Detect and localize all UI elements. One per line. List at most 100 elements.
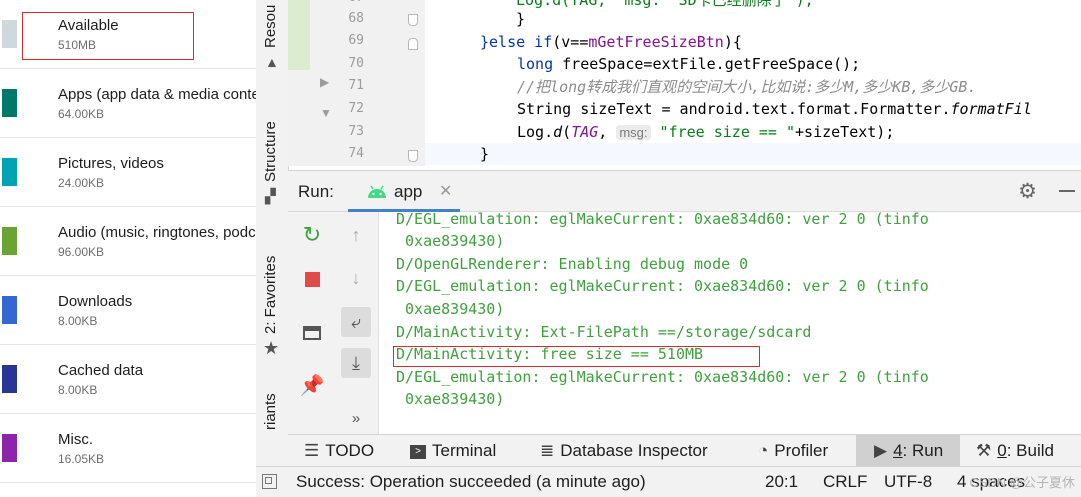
run-tab-label: app xyxy=(394,182,423,201)
tab-build-variants[interactable]: riants xyxy=(256,380,288,466)
code-text: ( xyxy=(562,123,572,141)
storage-usage-list: Available 510MB Apps (app data & media c… xyxy=(0,0,256,496)
tab-resource-label: Resou xyxy=(262,4,279,48)
storage-item-size: 8.00KB xyxy=(58,383,98,397)
downloads-color-swatch xyxy=(2,296,17,324)
code-method: d xyxy=(553,123,563,141)
code-text: , xyxy=(598,123,617,141)
line-number: 71 xyxy=(348,78,364,93)
console-output[interactable]: D/EGL_emulation: eglMakeCurrent: 0xae834… xyxy=(393,210,1081,428)
storage-item-size: 64.00KB xyxy=(58,107,105,121)
layout-icon[interactable] xyxy=(297,317,327,347)
tool-window-toggle-icon[interactable] xyxy=(262,474,277,489)
code-line-71: //把long转成我们直观的空间大小,比如说:多少M,多少KB,多少GB. xyxy=(517,76,977,98)
console-line: D/OpenGLRenderer: Enabling debug mode 0 xyxy=(396,255,749,273)
tab-run[interactable]: ▶ 4: Run xyxy=(874,435,943,467)
code-text: Log. xyxy=(517,123,554,141)
tab-todo[interactable]: ☰ TODO xyxy=(304,435,374,467)
console-toolbar: ↑ ↓ ⤶ ⤓ » xyxy=(334,212,379,435)
file-encoding[interactable]: UTF-8 xyxy=(884,472,932,492)
code-line-70: long freeSpace=extFile.getFreeSpace(); xyxy=(517,53,860,75)
misc-color-swatch xyxy=(2,434,17,462)
profiler-gauge-icon: ◔ xyxy=(758,441,769,460)
code-text: (v== xyxy=(552,33,589,51)
tab-terminal[interactable]: > Terminal xyxy=(410,435,496,467)
collapse-arrow-icon[interactable]: ▶ xyxy=(320,75,329,89)
minimize-icon[interactable] xyxy=(1059,190,1075,192)
run-play-icon: ▶ xyxy=(874,441,888,460)
code-line-68: } xyxy=(516,8,525,30)
tab-structure[interactable]: Structure ▞ xyxy=(256,90,288,210)
fold-marker-icon[interactable] xyxy=(408,38,418,50)
caret-position[interactable]: 20:1 xyxy=(765,472,798,492)
gutter-change-marker xyxy=(288,0,310,70)
scroll-down-icon[interactable]: ↓ xyxy=(341,263,371,293)
gear-icon[interactable]: ⚙ xyxy=(1018,179,1037,204)
console-line: D/EGL_emulation: eglMakeCurrent: 0xae834… xyxy=(396,210,929,228)
storage-item-pictures[interactable]: Pictures, videos 24.00KB xyxy=(0,138,256,207)
current-line-highlight xyxy=(425,143,1081,165)
code-field: TAG xyxy=(571,123,599,141)
tab-build[interactable]: ⚒ 0: Build xyxy=(976,435,1054,467)
code-line-72: String sizeText = android.text.format.Fo… xyxy=(517,98,1032,120)
line-number: 72 xyxy=(348,101,364,116)
left-tool-strip: Resou ▲ Structure ▞ 2: Favorites ★ riant… xyxy=(256,0,289,466)
more-actions-icon[interactable]: » xyxy=(341,404,371,434)
code-text: } xyxy=(480,145,490,163)
line-number: 70 xyxy=(348,56,364,71)
console-line: 0xae839430) xyxy=(396,232,505,250)
expand-arrow-icon[interactable]: ▼ xyxy=(320,106,332,120)
storage-item-size: 8.00KB xyxy=(58,314,98,328)
storage-item-cached[interactable]: Cached data 8.00KB xyxy=(0,345,256,414)
stop-icon xyxy=(304,271,320,287)
tab-variants-label: riants xyxy=(262,393,279,430)
resource-icon: ▲ xyxy=(265,54,279,70)
storage-item-label: Apps (app data & media conte xyxy=(58,86,256,103)
code-line-74: } xyxy=(480,143,489,165)
tab-build-label: : Build xyxy=(1006,441,1054,460)
fold-marker-icon[interactable] xyxy=(408,14,418,26)
rerun-icon[interactable]: ↻ xyxy=(297,220,327,250)
status-message[interactable]: Success: Operation succeeded (a minute a… xyxy=(296,472,646,492)
code-editor[interactable]: 67 68 69 70 71 72 73 74 ▶ ▼ Log.d(TAG, m… xyxy=(288,0,1081,166)
run-title: Run: xyxy=(298,182,334,201)
tab-profiler[interactable]: ◔ Profiler xyxy=(758,435,828,467)
storage-item-available[interactable]: Available 510MB xyxy=(0,0,256,69)
scroll-to-end-icon[interactable]: ⤓ xyxy=(341,348,371,378)
line-number: 67 xyxy=(334,0,364,5)
soft-wrap-icon[interactable]: ⤶ xyxy=(341,307,371,337)
code-text: +sizeText); xyxy=(795,123,895,141)
close-icon[interactable]: ✕ xyxy=(439,181,452,201)
highlight-box xyxy=(393,346,760,367)
code-text: String sizeText = android.text.format.Fo… xyxy=(517,100,951,118)
storage-item-downloads[interactable]: Downloads 8.00KB xyxy=(0,276,256,345)
run-tool-window: Run: app ✕ ⚙ ↻ 📌 ↑ ↓ ⤶ ⤓ » D/EGL_emulati… xyxy=(288,170,1081,435)
tab-database-inspector[interactable]: ≣ Database Inspector xyxy=(540,435,708,467)
code-line-67: Log.d(TAG, msg: "SD卡已经删除了"); xyxy=(516,0,814,11)
tab-database-label: Database Inspector xyxy=(560,441,708,460)
fold-marker-icon[interactable] xyxy=(408,150,418,162)
storage-item-label: Misc. xyxy=(58,431,93,448)
line-number: 68 xyxy=(348,11,364,26)
code-line-73: Log.d(TAG, msg: "free size == "+sizeText… xyxy=(517,121,894,143)
watermark: CSDN @公子夏休 xyxy=(969,475,1075,490)
tab-resource-manager[interactable]: Resou ▲ xyxy=(256,0,288,80)
storage-item-audio[interactable]: Audio (music, ringtones, podc 96.00KB xyxy=(0,207,256,276)
code-keyword: }else if xyxy=(480,33,553,51)
storage-item-misc[interactable]: Misc. 16.05KB xyxy=(0,414,256,483)
apps-color-swatch xyxy=(2,89,17,117)
line-separator[interactable]: CRLF xyxy=(823,472,867,492)
storage-item-apps[interactable]: Apps (app data & media conte 64.00KB xyxy=(0,69,256,138)
code-method: formatFil xyxy=(950,100,1032,118)
storage-item-label: Audio (music, ringtones, podc xyxy=(58,224,256,241)
tab-favorites[interactable]: 2: Favorites ★ xyxy=(256,230,288,360)
console-line: 0xae839430) xyxy=(396,390,505,408)
run-tab-app[interactable]: app ✕ xyxy=(348,171,460,212)
database-icon: ≣ xyxy=(540,441,555,460)
status-bar: Success: Operation succeeded (a minute a… xyxy=(256,466,1081,497)
stop-button[interactable] xyxy=(297,263,327,293)
star-icon: ★ xyxy=(263,338,280,358)
pin-icon[interactable]: 📌 xyxy=(297,371,327,401)
code-area[interactable]: Log.d(TAG, msg: "SD卡已经删除了"); } }else if(… xyxy=(448,0,1032,166)
scroll-up-icon[interactable]: ↑ xyxy=(341,220,371,250)
